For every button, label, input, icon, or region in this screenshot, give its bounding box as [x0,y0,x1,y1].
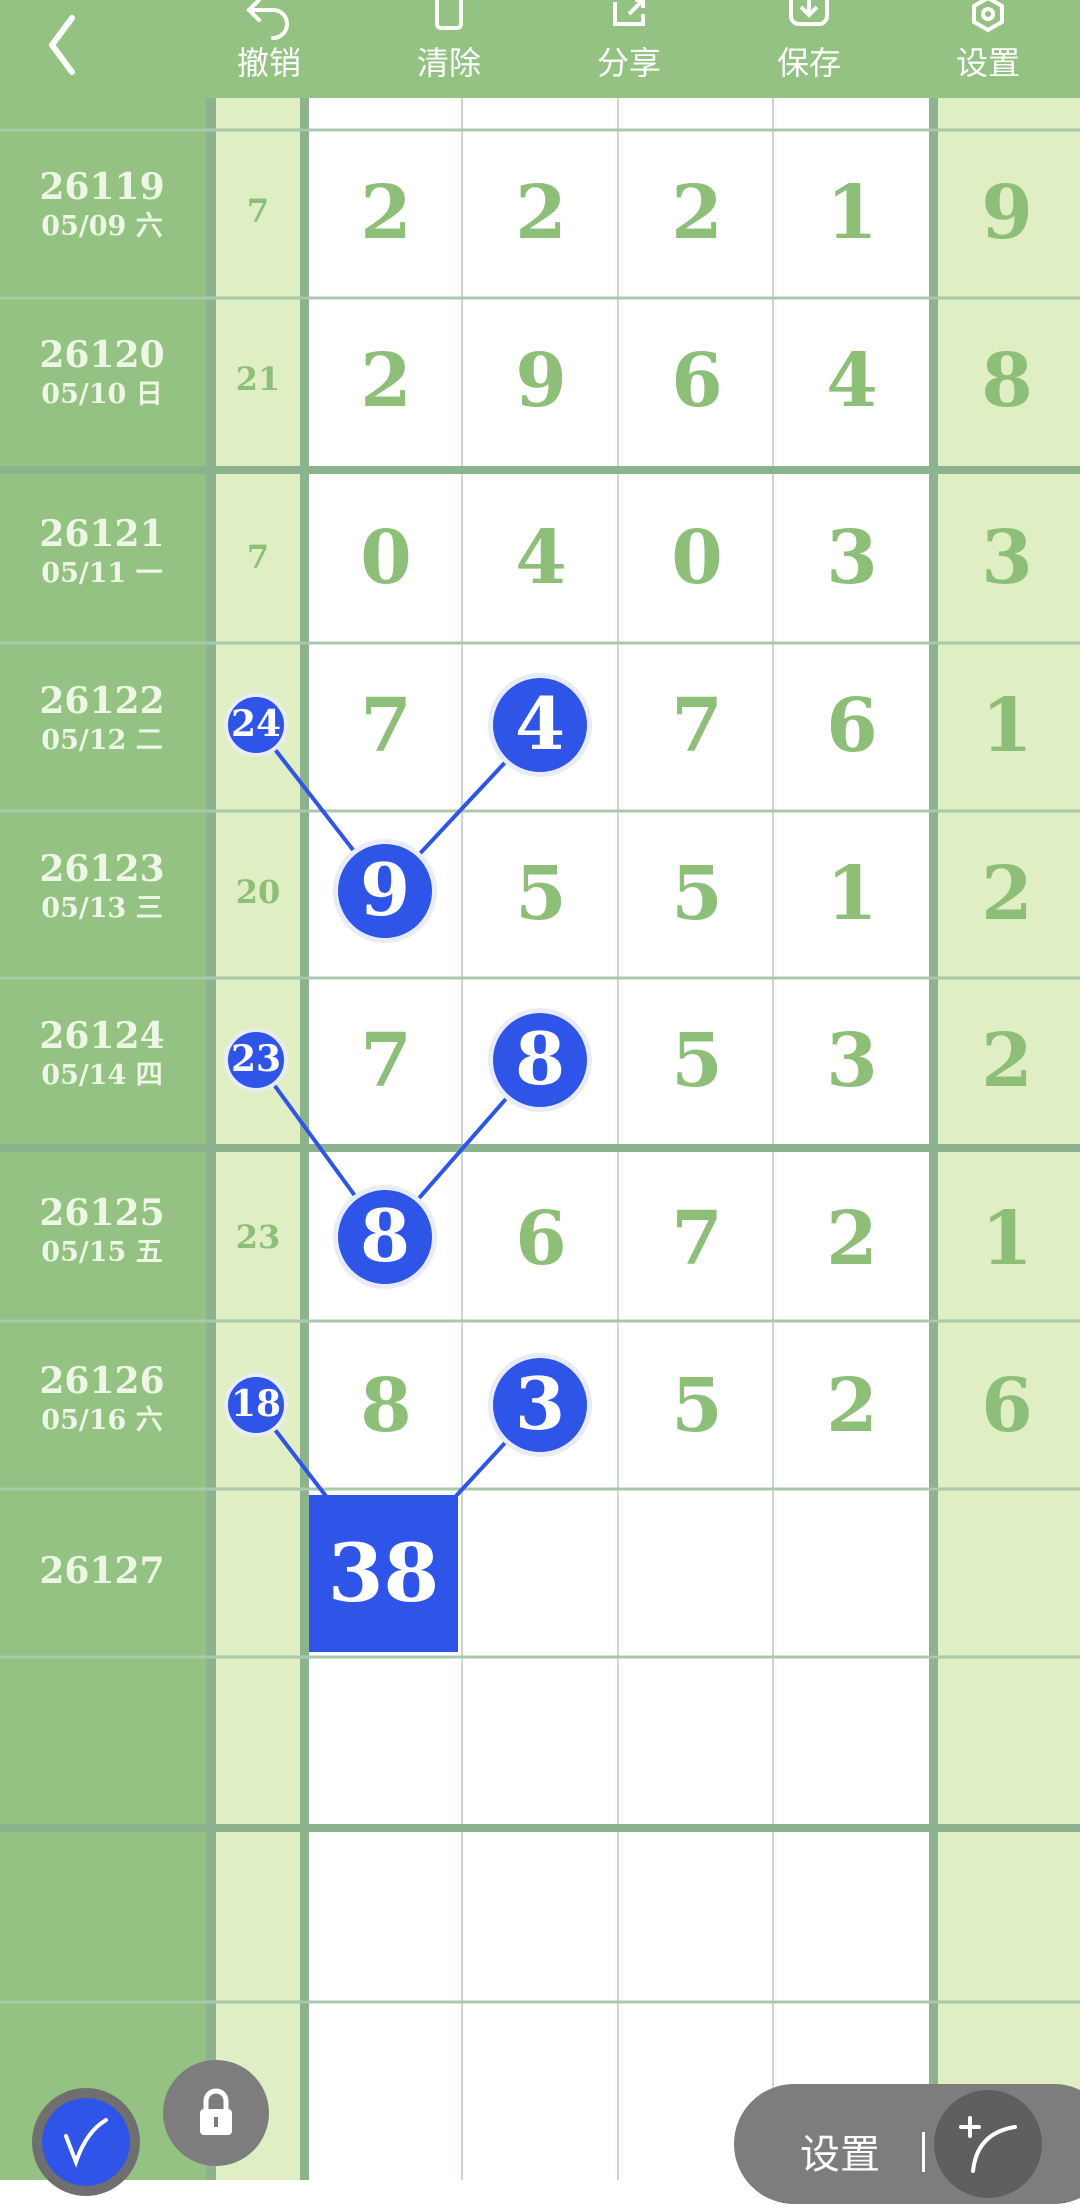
extra-digit-cell[interactable]: 8 [934,338,1080,424]
digit-cell[interactable]: 4 [775,338,929,424]
period-number: 26119 [39,166,165,208]
digit-cell[interactable]: 0 [620,515,774,601]
digit-cell[interactable]: 6 [464,1196,618,1282]
period-cell: 26126 05/16 六 [0,1359,204,1439]
lock-button[interactable] [163,2060,269,2166]
period-number: 26120 [39,334,165,376]
highlighted-sum-marker[interactable]: 24 [224,693,288,757]
digit-cell[interactable]: 2 [309,170,463,256]
sum-cell: 23 [235,1218,281,1256]
digit-cell[interactable]: 4 [464,515,618,601]
prediction-box[interactable]: 38 [309,1495,458,1652]
top-toolbar: 撤销 清除 分享 保存 设置 [0,0,1080,98]
digit-cell[interactable]: 7 [620,1196,774,1282]
bottom-tool-pill: 设置 [734,2084,1080,2204]
undo-button[interactable]: 撤销 [214,0,324,98]
digit-cell[interactable]: 5 [464,851,618,937]
period-date: 05/09 六 [41,211,163,242]
sum-cell: 7 [246,538,270,576]
digit-cell[interactable]: 5 [620,1018,774,1104]
digit-cell[interactable]: 2 [620,170,774,256]
extra-digit-cell[interactable]: 1 [934,1196,1080,1282]
sum-cell: 21 [235,360,281,398]
period-number: 26126 [39,1360,165,1402]
highlighted-digit-marker[interactable]: 4 [488,673,592,777]
period-cell: 26120 05/10 日 [0,333,204,413]
lock-icon [200,2088,232,2135]
period-number: 26121 [39,513,165,555]
highlighted-digit-marker[interactable]: 8 [488,1008,592,1112]
period-cell: 26125 05/15 五 [0,1191,204,1271]
digit-cell[interactable]: 2 [775,1196,929,1282]
period-date: 05/15 五 [41,1237,163,1268]
highlighted-digit-marker[interactable]: 8 [333,1185,437,1289]
period-number: 26124 [39,1015,165,1057]
extra-digit-cell[interactable]: 2 [934,1018,1080,1104]
highlighted-sum-marker[interactable]: 18 [224,1373,288,1437]
period-number: 26125 [39,1192,165,1234]
digit-cell[interactable]: 6 [620,338,774,424]
digit-cell[interactable]: 7 [620,683,774,769]
digit-cell[interactable]: 2 [309,338,463,424]
digit-cell[interactable]: 8 [309,1363,463,1449]
period-cell: 26123 05/13 三 [0,847,204,927]
back-button[interactable] [30,10,100,80]
extra-digit-cell[interactable]: 6 [934,1363,1080,1449]
pen-icon [42,2098,130,2186]
period-number: 26122 [39,680,165,722]
extra-digit-cell[interactable]: 1 [934,683,1080,769]
period-date: 05/12 二 [41,725,163,756]
share-button[interactable]: 分享 [574,0,684,98]
digit-cell[interactable]: 5 [620,851,774,937]
period-cell: 26119 05/09 六 [0,165,204,245]
period-date: 05/13 三 [41,893,163,924]
sum-cell: 7 [246,192,270,230]
period-date: 05/16 六 [41,1405,163,1436]
digit-cell[interactable]: 5 [620,1363,774,1449]
extra-digit-cell[interactable]: 9 [934,170,1080,256]
digit-cell[interactable]: 1 [775,170,929,256]
extra-digit-cell[interactable]: 3 [934,515,1080,601]
period-number: 26123 [39,848,165,890]
chevron-left-icon [49,15,75,75]
highlighted-digit-marker[interactable]: 3 [488,1353,592,1457]
digit-cell[interactable]: 3 [775,1018,929,1104]
digit-cell[interactable]: 0 [309,515,463,601]
pill-settings-button[interactable]: 设置 [800,2122,880,2180]
sum-cell: 20 [235,873,281,911]
highlighted-digit-marker[interactable]: 9 [333,839,437,943]
period-cell: 26121 05/11 一 [0,512,204,592]
extra-digit-cell[interactable]: 2 [934,851,1080,937]
digit-cell[interactable]: 2 [464,170,618,256]
save-button[interactable]: 保存 [754,0,864,98]
curve-line-icon [959,2116,1017,2173]
line-tool-button[interactable] [934,2090,1042,2198]
digit-cell[interactable]: 2 [775,1363,929,1449]
period-number: 26127 [39,1550,165,1592]
period-date: 05/10 日 [41,379,163,410]
period-cell: 26124 05/14 四 [0,1014,204,1094]
period-date: 05/14 四 [41,1060,163,1091]
period-date: 05/11 一 [41,558,163,589]
highlighted-sum-marker[interactable]: 23 [224,1028,288,1092]
digit-cell[interactable]: 7 [309,683,463,769]
undo-label: 撤销 [236,44,301,82]
settings-label: 设置 [955,44,1020,82]
digit-cell[interactable]: 6 [775,683,929,769]
digit-cell[interactable]: 9 [464,338,618,424]
digit-cell[interactable]: 7 [309,1018,463,1104]
digit-cell[interactable]: 3 [775,515,929,601]
clear-button[interactable]: 清除 [394,0,504,98]
clear-label: 清除 [416,44,481,82]
period-cell: 26122 05/12 二 [0,679,204,759]
settings-button[interactable]: 设置 [933,0,1043,98]
save-label: 保存 [776,44,841,82]
pill-divider [922,2132,925,2172]
digit-cell[interactable]: 1 [775,851,929,937]
share-label: 分享 [596,44,661,82]
period-cell: 26127 [0,1549,204,1593]
